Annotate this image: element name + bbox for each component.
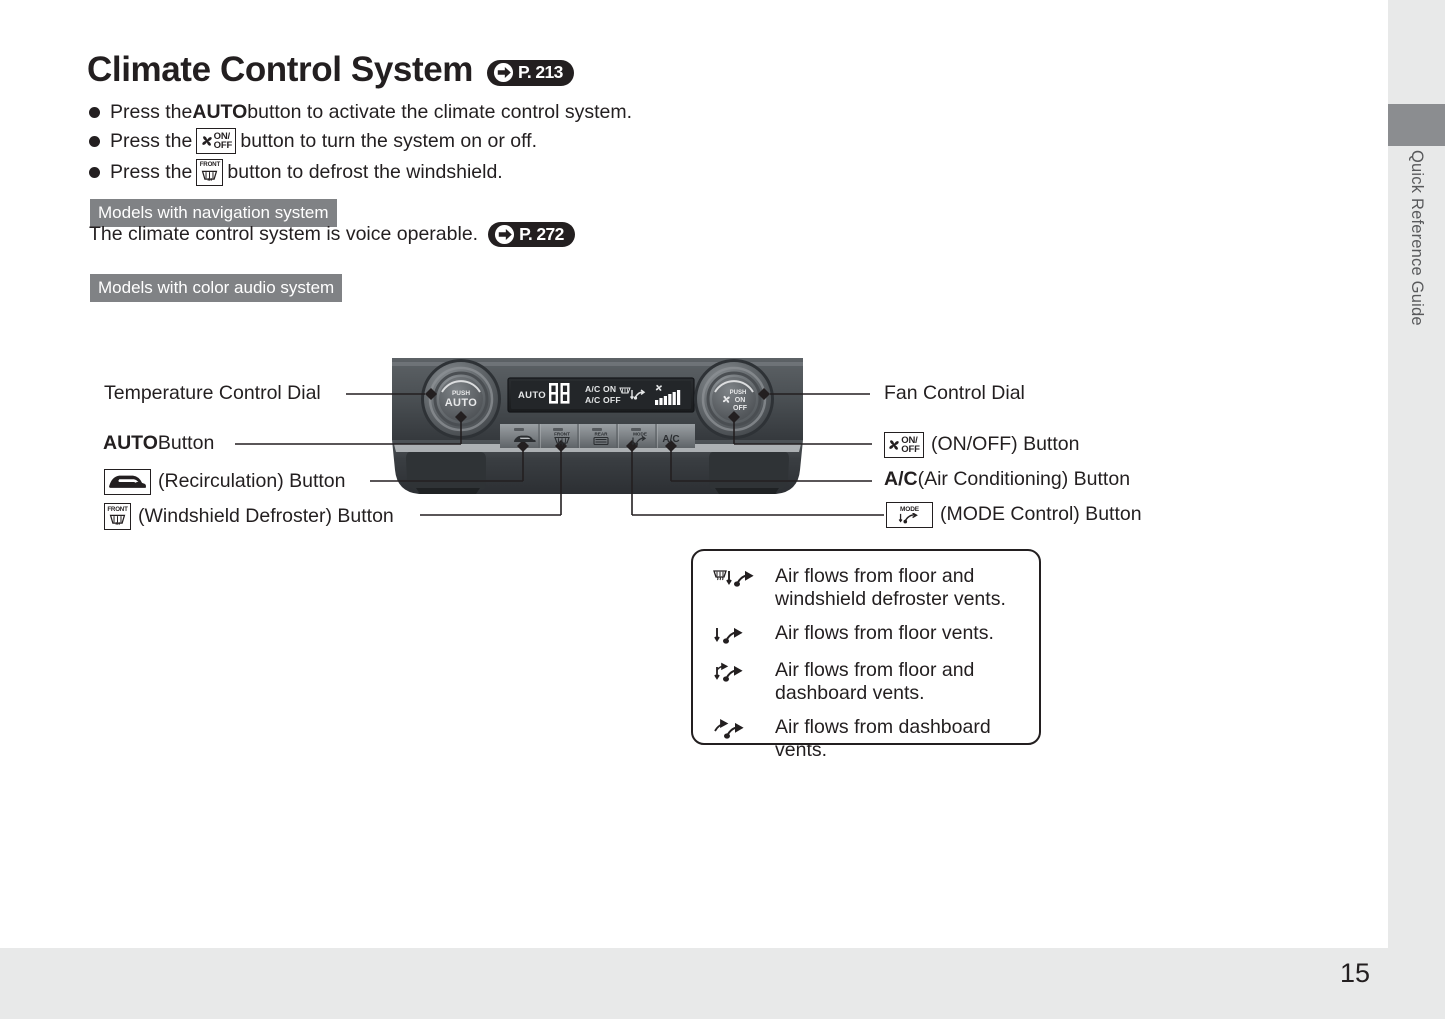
page-footer [0,948,1445,1019]
legend-row-dash: Air flows from dashboard vents. [713,716,1027,762]
airflow-dash-icon [713,716,775,742]
legend-text-defrost-floor: Air flows from floor and windshield defr… [775,565,1006,610]
airflow-defrost-floor-icon [713,565,775,591]
airflow-floor-icon [713,622,775,648]
legend-row-floor-dash: Air flows from floor and dashboard vents… [713,659,1027,705]
legend-row-defrost-floor: Air flows from floor and windshield defr… [713,565,1027,611]
bullet-onoff-post: button to turn the system on or off. [240,130,538,152]
arrow-right-icon [493,62,514,83]
legend-text-floor-dash: Air flows from floor and dashboard vents… [775,659,975,704]
callout-ac-bold: A/C [884,468,918,490]
callout-temperature-control-dial: Temperature Control Dial [104,382,321,404]
page-reference-label: P. 213 [518,61,563,82]
callout-mode-control-button: MODE (MODE Control) Button [886,502,1142,528]
callout-fan-control-dial: Fan Control Dial [884,382,1025,404]
page-number: 15 [1339,958,1370,988]
callout-auto-bold: AUTO [103,432,158,454]
bullet-auto-pre: Press the [110,101,193,123]
intro-bullet-list: Press the AUTO button to activate the cl… [89,98,809,188]
bullet-dot [89,106,100,118]
bullet-auto: Press the AUTO button to activate the cl… [89,98,809,126]
bullet-auto-post: button to activate the climate control s… [247,101,633,123]
section-label-color-audio: Models with color audio system [90,274,343,302]
callout-ac-button-label: (Air Conditioning) Button [917,468,1131,490]
callout-onoff-button: ON/OFF (ON/OFF) Button [884,432,1079,458]
callout-onoff-button-label: (ON/OFF) Button [931,433,1080,456]
airflow-floor-dash-icon [713,659,775,685]
page-reference-badge-213[interactable]: P. 213 [487,59,574,86]
mode-airflow-glyph-icon [898,512,918,523]
callout-auto-button-label: Button [157,432,215,454]
callout-windshield-defroster-button-label: (Windshield Defroster) Button [138,504,394,527]
section-tab-label: Quick Reference Guide [1408,150,1426,326]
section-text-navigation-label: The climate control system is voice oper… [89,223,479,245]
callout-fan-control-dial-label: Fan Control Dial [884,382,1025,404]
bullet-defrost-pre: Press the [110,161,193,183]
page-title: Climate Control System [87,50,474,89]
fan-onoff-icon: ON/OFF [884,432,924,458]
airflow-legend-box: Air flows from floor and windshield defr… [691,549,1041,761]
callout-temperature-control-dial-label: Temperature Control Dial [104,382,321,404]
fan-glyph-icon [889,440,900,450]
section-text-navigation: The climate control system is voice oper… [89,222,575,247]
bullet-defrost-post: button to defrost the windshield. [227,161,503,183]
bullet-defrost: Press the FRONT button to defrost the wi… [89,156,809,188]
bullet-onoff-pre: Press the [110,130,193,152]
front-defroster-icon: FRONT [196,158,224,186]
page-reference-badge-272[interactable]: P. 272 [488,222,575,247]
callout-auto-button: AUTO Button [103,432,215,454]
bullet-dot [89,166,100,178]
recirculation-icon [104,469,151,495]
defroster-glyph-icon [202,170,218,181]
front-defroster-icon: FRONT [104,503,131,530]
legend-text-dash: Air flows from dashboard vents. [775,716,991,761]
callout-recirculation-button: (Recirculation) Button [104,469,346,495]
fan-onoff-text: ON/OFF [901,434,920,455]
fan-onoff-text: ON/OFF [213,130,233,151]
page-reference-label: P. 272 [519,223,564,244]
legend-row-floor: Air flows from floor vents. [713,622,1027,648]
callout-ac-button: A/C (Air Conditioning) Button [884,468,1131,490]
callout-windshield-defroster-button: FRONT (Windshield Defroster) Button [104,503,394,530]
mode-icon: MODE [886,502,933,528]
defroster-glyph-icon [109,514,126,526]
fan-glyph-icon [201,136,212,146]
callout-recirculation-button-label: (Recirculation) Button [158,470,346,493]
mode-icon-text: MODE [899,505,920,513]
callout-mode-control-button-label: (MODE Control) Button [940,503,1142,526]
legend-text-floor: Air flows from floor vents. [775,622,994,644]
bullet-onoff: Press the ON/OFF button to turn the syst… [89,126,809,156]
bullet-dot [89,135,100,147]
fan-onoff-icon: ON/OFF [196,128,237,154]
section-tab-marker [1388,104,1445,146]
recirculation-car-glyph-icon [109,475,146,488]
arrow-right-icon [495,224,515,245]
bullet-auto-bold: AUTO [192,101,248,123]
page-title-row: Climate Control System P. 213 [87,52,574,87]
